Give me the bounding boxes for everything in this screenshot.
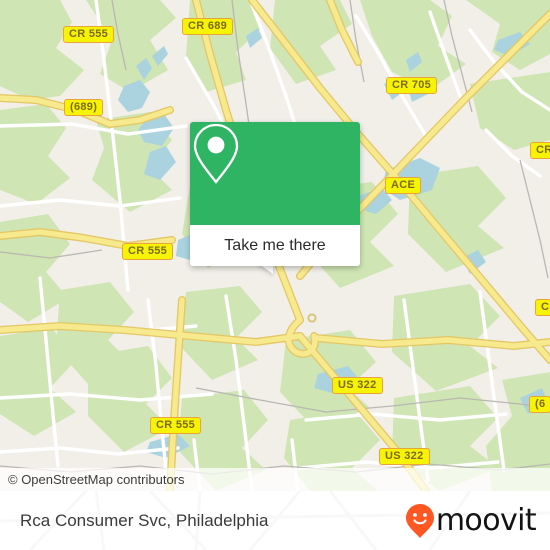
map-pin-icon — [193, 123, 239, 184]
road-shield-6-right-edge[interactable]: (6 — [529, 396, 550, 413]
road-shield-cr-555-south[interactable]: CR 555 — [150, 417, 202, 434]
take-me-there-button[interactable]: Take me there — [190, 225, 360, 266]
map-screenshot: CR 555 CR 689 CR 705 (689) CR ACE CR 555… — [0, 0, 550, 550]
road-shield-us-322-south[interactable]: US 322 — [379, 448, 430, 465]
road-shield-689-alt[interactable]: (689) — [64, 99, 104, 116]
info-card[interactable]: Take me there — [190, 122, 360, 266]
road-shield-cr-555-north[interactable]: CR 555 — [63, 26, 115, 43]
map-canvas[interactable]: CR 555 CR 689 CR 705 (689) CR ACE CR 555… — [0, 0, 550, 491]
map-attribution-bar: © OpenStreetMap contributors — [0, 468, 550, 491]
road-shield-c-right-edge[interactable]: C — [535, 299, 550, 316]
road-shield-cr-705[interactable]: CR 705 — [386, 77, 438, 94]
road-shield-cr-right-edge[interactable]: CR — [530, 142, 550, 159]
moovit-logo[interactable]: moovit — [405, 503, 550, 539]
take-me-there-label: Take me there — [224, 236, 326, 254]
moovit-smiley-pin-icon — [405, 503, 434, 538]
road-shield-ace[interactable]: ACE — [385, 177, 422, 194]
road-shield-cr-689[interactable]: CR 689 — [182, 18, 234, 35]
road-shield-cr-555-mid[interactable]: CR 555 — [122, 243, 174, 260]
info-card-image — [190, 122, 360, 225]
moovit-wordmark: moovit — [435, 503, 537, 538]
road-shield-us-322-north[interactable]: US 322 — [332, 377, 383, 394]
attribution-text[interactable]: © OpenStreetMap contributors — [0, 472, 185, 487]
place-title: Rca Consumer Svc, Philadelphia — [20, 510, 269, 530]
footer-bar: Rca Consumer Svc, Philadelphia moovit — [0, 491, 550, 550]
